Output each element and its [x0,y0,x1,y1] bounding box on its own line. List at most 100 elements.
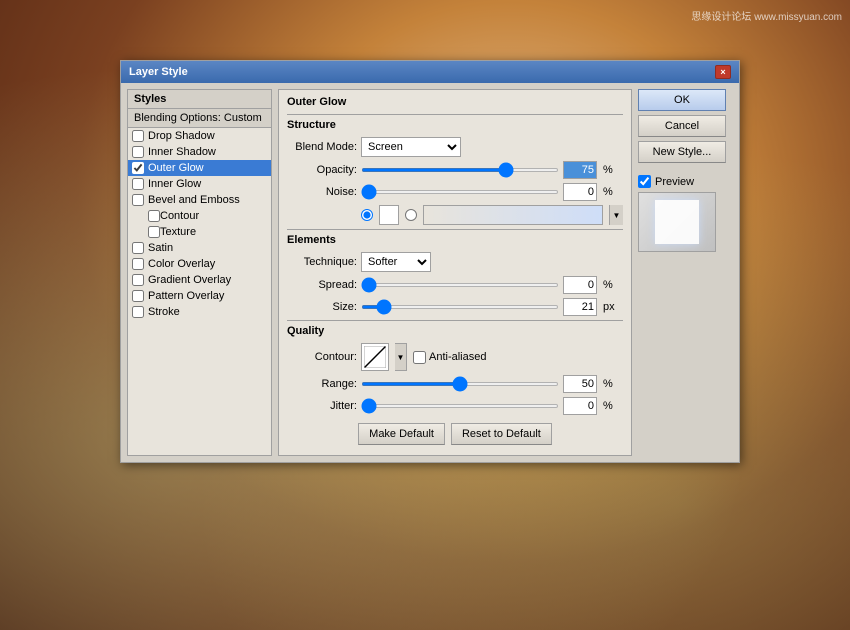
outer-glow-checkbox[interactable] [132,162,144,174]
jitter-slider[interactable] [361,404,559,408]
anti-aliased-label: Anti-aliased [413,351,486,364]
spread-row: Spread: % [287,276,623,294]
noise-slider[interactable] [361,190,559,194]
watermark: 思缘设计论坛 www.missyuan.com [691,8,842,23]
preview-section: Preview [638,175,733,252]
color-overlay-checkbox[interactable] [132,258,144,270]
preview-label: Preview [655,176,694,188]
right-panel: OK Cancel New Style... Preview [638,89,733,456]
stroke-checkbox[interactable] [132,306,144,318]
blending-options-item[interactable]: Blending Options: Custom [128,109,271,128]
satin-checkbox[interactable] [132,242,144,254]
contour-label: Contour: [287,351,357,363]
close-button[interactable]: × [715,65,731,79]
opacity-slider[interactable] [361,168,559,172]
style-item-satin[interactable]: Satin [128,240,271,256]
jitter-input[interactable] [563,397,597,415]
style-item-bevel-emboss[interactable]: Bevel and Emboss [128,192,271,208]
quality-title: Quality [287,320,623,337]
contour-dropdown-arrow[interactable]: ▼ [395,343,407,371]
technique-select[interactable]: Softer Precise [361,252,431,272]
opacity-input[interactable] [563,161,597,179]
range-slider[interactable] [361,382,559,386]
noise-slider-container [361,190,559,194]
inner-shadow-checkbox[interactable] [132,146,144,158]
blend-mode-select[interactable]: Screen Normal Overlay Multiply [361,137,461,157]
spread-slider[interactable] [361,283,559,287]
gradient-picker[interactable] [423,205,603,225]
inner-glow-checkbox[interactable] [132,178,144,190]
color-row: ▼ [287,205,623,225]
noise-label: Noise: [287,186,357,198]
bottom-buttons: Make Default Reset to Default [287,419,623,449]
opacity-unit: % [603,164,623,176]
preview-box [638,192,716,252]
blend-mode-label: Blend Mode: [287,141,357,153]
jitter-unit: % [603,400,623,412]
style-item-pattern-overlay[interactable]: Pattern Overlay [128,288,271,304]
jitter-slider-container [361,404,559,408]
spread-input[interactable] [563,276,597,294]
opacity-label: Opacity: [287,164,357,176]
style-item-gradient-overlay[interactable]: Gradient Overlay [128,272,271,288]
style-item-outer-glow[interactable]: Outer Glow [128,160,271,176]
size-label: Size: [287,301,357,313]
range-input[interactable] [563,375,597,393]
dialog-titlebar: Layer Style × [121,61,739,83]
size-row: Size: px [287,298,623,316]
range-unit: % [603,378,623,390]
style-item-texture[interactable]: Texture [128,224,271,240]
cancel-button[interactable]: Cancel [638,115,726,137]
style-item-contour[interactable]: Contour [128,208,271,224]
solid-color-radio[interactable] [361,209,373,221]
anti-aliased-text: Anti-aliased [429,351,486,363]
color-overlay-label: Color Overlay [148,258,215,270]
outer-glow-section: Outer Glow Structure Blend Mode: Screen … [278,89,632,456]
gradient-radio[interactable] [405,209,417,221]
anti-aliased-checkbox[interactable] [413,351,426,364]
color-swatch[interactable] [379,205,399,225]
elements-title: Elements [287,229,623,246]
blend-mode-row: Blend Mode: Screen Normal Overlay Multip… [287,137,623,157]
pattern-overlay-checkbox[interactable] [132,290,144,302]
contour-control-row: ▼ Anti-aliased [361,343,486,371]
structure-title: Structure [287,114,623,131]
size-slider-container [361,305,559,309]
opacity-slider-container [361,168,559,172]
satin-label: Satin [148,242,173,254]
technique-row: Technique: Softer Precise [287,252,623,272]
noise-unit: % [603,186,623,198]
texture-checkbox[interactable] [148,226,160,238]
main-content: Outer Glow Structure Blend Mode: Screen … [278,89,632,456]
style-item-inner-shadow[interactable]: Inner Shadow [128,144,271,160]
preview-checkbox-row: Preview [638,175,733,188]
contour-row: Contour: ▼ Anti-aliased [287,343,623,371]
spread-unit: % [603,279,623,291]
contour-checkbox[interactable] [148,210,160,222]
style-item-color-overlay[interactable]: Color Overlay [128,256,271,272]
style-item-inner-glow[interactable]: Inner Glow [128,176,271,192]
size-input[interactable] [563,298,597,316]
outer-glow-title: Outer Glow [287,96,623,108]
jitter-row: Jitter: % [287,397,623,415]
make-default-button[interactable]: Make Default [358,423,445,445]
inner-shadow-label: Inner Shadow [148,146,216,158]
drop-shadow-checkbox[interactable] [132,130,144,142]
reset-to-default-button[interactable]: Reset to Default [451,423,552,445]
preview-checkbox[interactable] [638,175,651,188]
new-style-button[interactable]: New Style... [638,141,726,163]
contour-button[interactable] [361,343,389,371]
gradient-arrow[interactable]: ▼ [609,205,623,225]
outer-glow-label: Outer Glow [148,162,204,174]
size-slider[interactable] [361,305,559,309]
styles-header: Styles [128,90,271,109]
gradient-overlay-checkbox[interactable] [132,274,144,286]
style-item-stroke[interactable]: Stroke [128,304,271,320]
stroke-label: Stroke [148,306,180,318]
bevel-emboss-checkbox[interactable] [132,194,144,206]
spread-slider-container [361,283,559,287]
noise-input[interactable] [563,183,597,201]
ok-button[interactable]: OK [638,89,726,111]
style-item-drop-shadow[interactable]: Drop Shadow [128,128,271,144]
dialog-title: Layer Style [129,66,188,78]
